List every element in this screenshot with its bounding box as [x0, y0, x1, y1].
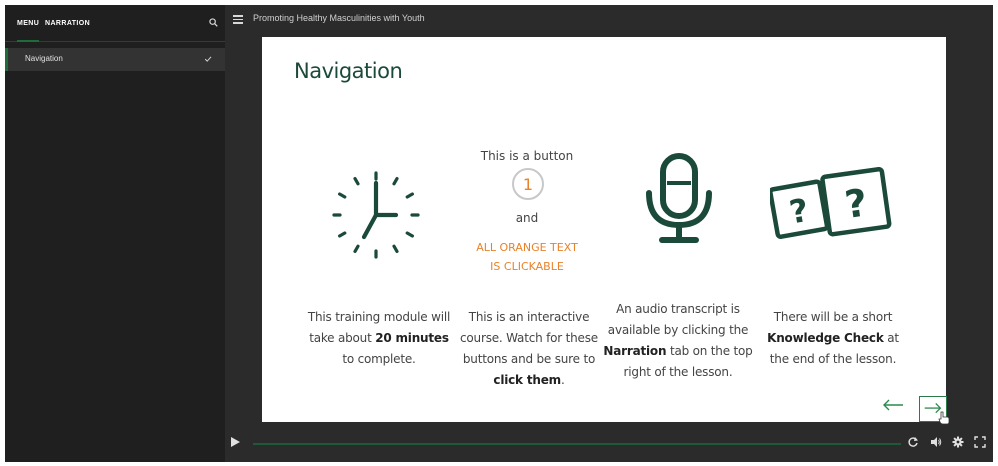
orange-clickable-text[interactable]: ALL ORANGE TEXT IS CLICKABLE: [462, 238, 592, 276]
orange-text-line1: ALL ORANGE TEXT: [476, 241, 578, 254]
replay-icon[interactable]: [907, 436, 919, 448]
caption-bold: Narration: [603, 344, 667, 358]
caption-bold: Knowledge Check: [767, 331, 884, 345]
slide-title: Navigation: [294, 59, 403, 83]
play-icon[interactable]: [231, 437, 240, 447]
sidebar-item-label: Navigation: [25, 54, 63, 63]
hand-cursor-icon: [938, 411, 950, 425]
tab-narration[interactable]: NARRATION: [45, 20, 90, 27]
microphone-icon: [646, 153, 712, 243]
orange-text-line2: IS CLICKABLE: [490, 260, 564, 273]
slide-content: Navigation This is a button 1 and ALL OR: [262, 37, 950, 425]
caption-text: This is an interactive course. Watch for…: [460, 310, 598, 366]
search-icon[interactable]: [209, 18, 218, 27]
caption-transcript: An audio transcript is available by clic…: [603, 299, 753, 383]
caption-bold: click them: [493, 373, 561, 387]
arrow-left-icon[interactable]: [882, 399, 904, 411]
caption-text: There will be a short: [773, 310, 893, 324]
sidebar: MENU NARRATION Navigation: [5, 5, 225, 462]
fullscreen-icon[interactable]: [974, 436, 986, 448]
course-title: Promoting Healthy Masculinities with You…: [253, 13, 425, 23]
caption-text: An audio transcript is available by clic…: [607, 302, 749, 337]
button-demo-intro: This is a button: [480, 149, 574, 163]
caption-text: to complete.: [342, 352, 416, 366]
progress-bar[interactable]: [253, 443, 901, 445]
question-cards-icon: ? ?: [770, 167, 892, 239]
sidebar-item-navigation[interactable]: Navigation: [5, 48, 225, 71]
tab-menu[interactable]: MENU: [17, 20, 39, 27]
volume-icon[interactable]: [930, 436, 942, 448]
caption-text: .: [560, 373, 565, 387]
caption-bold: 20 minutes: [375, 331, 449, 345]
check-icon: [204, 56, 212, 62]
clock-icon: [332, 171, 420, 259]
button-demo-and: and: [515, 211, 539, 225]
caption-knowledge-check: There will be a short Knowledge Check at…: [758, 307, 908, 370]
caption-interactive: This is an interactive course. Watch for…: [454, 307, 604, 391]
active-tab-indicator: [17, 40, 39, 42]
caption-duration: This training module will take about 20 …: [304, 307, 454, 370]
demo-number-button[interactable]: 1: [512, 168, 544, 200]
sidebar-header: MENU NARRATION: [5, 5, 225, 42]
demo-number-label: 1: [522, 175, 534, 194]
gear-icon[interactable]: [952, 436, 964, 448]
hamburger-icon[interactable]: [233, 15, 243, 24]
